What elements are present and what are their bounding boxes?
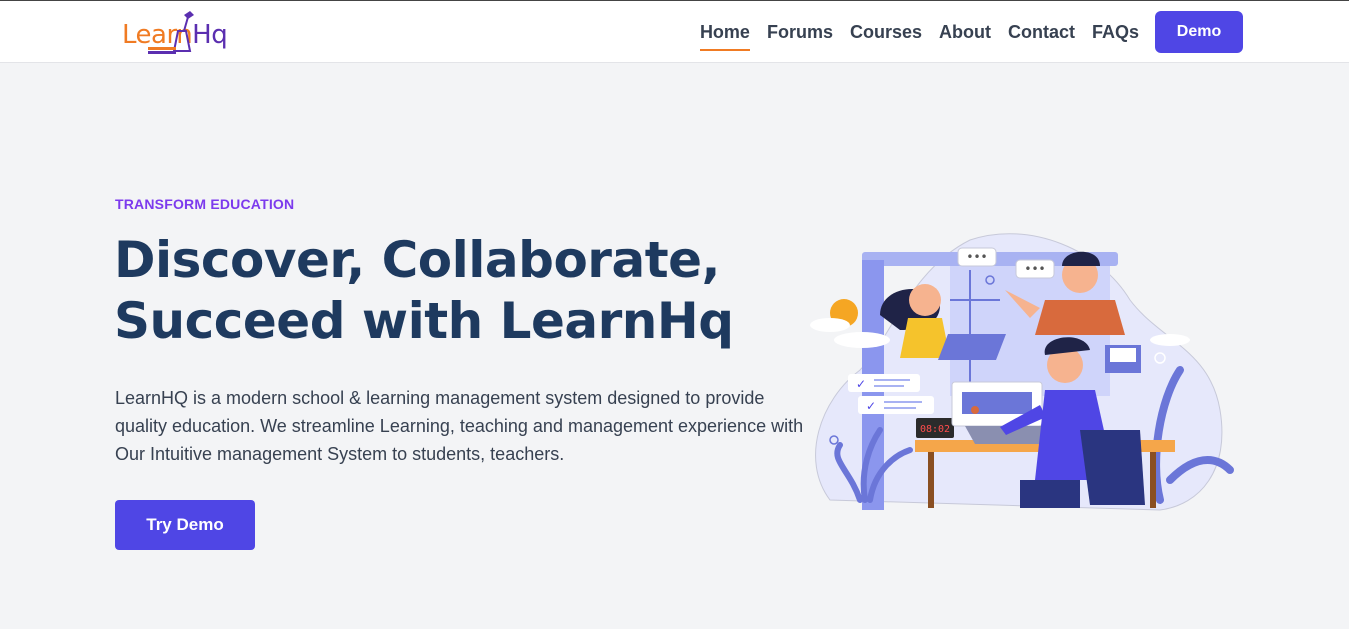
nav-about[interactable]: About <box>939 14 991 51</box>
try-demo-button[interactable]: Try Demo <box>115 500 255 550</box>
nav-courses[interactable]: Courses <box>850 14 922 51</box>
hero-description: LearnHQ is a modern school & learning ma… <box>115 388 804 464</box>
site-header: LearnHq Home Forums Courses About Contac… <box>0 1 1349 63</box>
desk-clock-text: 08:02 <box>920 424 950 435</box>
brand-logo[interactable]: LearnHq <box>122 9 228 57</box>
nav-contact[interactable]: Contact <box>1008 14 1075 51</box>
svg-text:•••: ••• <box>966 250 987 264</box>
hero-title-line1: Discover, Collaborate, <box>114 231 721 289</box>
hero-title: Discover, Collaborate, Succeed with Lear… <box>114 230 794 352</box>
svg-text:✓: ✓ <box>866 399 876 413</box>
demo-button[interactable]: Demo <box>1155 11 1243 53</box>
hero-eyebrow: TRANSFORM EDUCATION <box>115 196 295 212</box>
nav-faqs[interactable]: FAQs <box>1092 14 1139 51</box>
nav-forums[interactable]: Forums <box>767 14 833 51</box>
graduation-lamp-icon <box>148 11 194 54</box>
hero-title-line2: Succeed with LearnHq <box>114 292 734 350</box>
online-learning-illustration: ••• ••• ✓ ✓ 08:02 <box>810 233 1234 511</box>
nav-home[interactable]: Home <box>699 14 750 51</box>
main-nav: Home Forums Courses About Contact FAQs D… <box>683 11 1243 53</box>
svg-text:✓: ✓ <box>856 377 866 391</box>
svg-text:•••: ••• <box>1024 262 1045 276</box>
